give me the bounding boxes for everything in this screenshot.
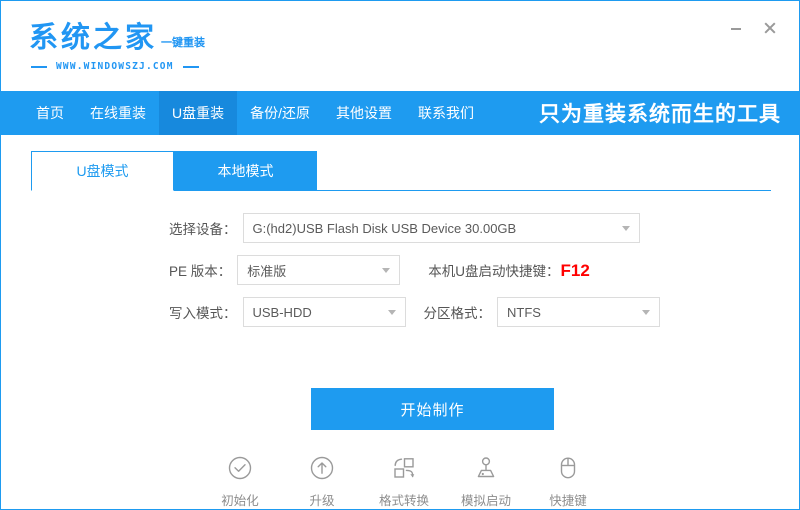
write-mode-select[interactable]: USB-HDD [242,297,406,327]
boot-hotkey-note: 本机U盘启动快捷键： F12 [428,260,590,281]
action-initialize-label: 初始化 [221,494,259,508]
action-upgrade-label: 升级 [309,494,335,508]
form-row-write-mode: 写入模式： USB-HDD 分区格式： NTFS [1,291,799,333]
title-bar: 系统之家 一键重装 WWW.WINDOWSZJ.COM [1,1,799,91]
logo-url-row: WWW.WINDOWSZJ.COM [31,61,289,72]
nav-item-online-reinstall[interactable]: 在线重装 [77,91,159,135]
format-convert-icon [389,453,419,483]
mode-tabs: U盘模式 本地模式 [31,151,769,191]
nav-item-backup-restore[interactable]: 备份/还原 [237,91,323,135]
brand-logo: 系统之家 一键重装 WWW.WINDOWSZJ.COM [29,18,289,73]
nav-items: 首页 在线重装 U盘重装 备份/还原 其他设置 联系我们 [1,91,487,135]
action-upgrade[interactable]: 升级 [291,453,353,509]
action-simulate-boot-label: 模拟启动 [460,494,511,508]
start-create-button[interactable]: 开始制作 [311,388,554,430]
nav-item-contact-us[interactable]: 联系我们 [405,91,487,135]
device-label: 选择设备： [169,222,237,237]
arrow-up-circle-icon [307,453,337,483]
window-controls [721,15,785,41]
main-navigation-bar: 首页 在线重装 U盘重装 备份/还原 其他设置 联系我们 只为重装系统而生的工具 [1,91,799,135]
write-mode-select-value: USB-HDD [252,304,312,320]
minimize-icon [731,28,741,30]
tab-underline [317,190,771,191]
chevron-down-icon [642,310,650,315]
action-format-convert-label: 格式转换 [378,494,429,508]
pe-version-select[interactable]: 标准版 [237,255,401,285]
usb-form: 选择设备： G:(hd2)USB Flash Disk USB Device 3… [1,207,799,333]
chevron-down-icon [387,310,396,315]
device-select-value: G:(hd2)USB Flash Disk USB Device 30.00GB [252,220,517,236]
content-area: U盘模式 本地模式 选择设备： G:(hd2)USB Flash Disk US… [1,135,799,509]
action-format-convert[interactable]: 格式转换 [373,453,435,509]
partition-format-select-value: NTFS [507,304,541,320]
logo-dash-right [182,65,199,68]
chevron-down-icon [621,226,630,231]
form-row-pe-version: PE 版本： 标准版 本机U盘启动快捷键： F12 [1,249,799,291]
mouse-icon [553,453,583,483]
pe-version-label: PE 版本： [169,264,232,279]
logo-dash-left [31,65,47,68]
logo-title: 系统之家 [29,20,158,54]
application-window: 系统之家 一键重装 WWW.WINDOWSZJ.COM 首页 在线重装 U盘重装… [0,0,800,510]
action-shortcuts: 初始化 升级 格式转换 模拟启动 快捷键 [209,453,599,509]
nav-item-other-settings[interactable]: 其他设置 [323,91,405,135]
chevron-down-icon [382,268,391,273]
pe-version-select-value: 标准版 [247,263,287,279]
write-mode-label: 写入模式： [169,306,237,321]
logo-main-row: 系统之家 一键重装 [29,18,289,52]
form-row-device: 选择设备： G:(hd2)USB Flash Disk USB Device 3… [1,207,799,249]
boot-hotkey-label: 本机U盘启动快捷键： [428,263,560,279]
close-icon [764,22,776,34]
nav-item-home[interactable]: 首页 [23,91,77,135]
action-hotkey-label: 快捷键 [549,494,587,508]
close-button[interactable] [755,15,785,41]
check-circle-icon [225,453,255,483]
device-select[interactable]: G:(hd2)USB Flash Disk USB Device 30.00GB [242,213,640,243]
partition-format-label: 分区格式： [423,306,492,321]
nav-item-usb-reinstall[interactable]: U盘重装 [159,91,238,135]
action-hotkey[interactable]: 快捷键 [537,453,599,509]
partition-format-select[interactable]: NTFS [497,297,660,327]
boot-hotkey-value: F12 [560,260,590,280]
logo-subtitle: 一键重装 [161,37,206,49]
tab-usb-mode[interactable]: U盘模式 [31,151,174,191]
nav-slogan: 只为重装系统而生的工具 [539,103,781,126]
tab-local-mode[interactable]: 本地模式 [174,151,317,191]
logo-website-url: WWW.WINDOWSZJ.COM [56,61,174,72]
action-simulate-boot[interactable]: 模拟启动 [455,453,517,509]
action-initialize[interactable]: 初始化 [209,453,271,509]
joystick-icon [471,453,501,483]
minimize-button[interactable] [721,15,751,41]
